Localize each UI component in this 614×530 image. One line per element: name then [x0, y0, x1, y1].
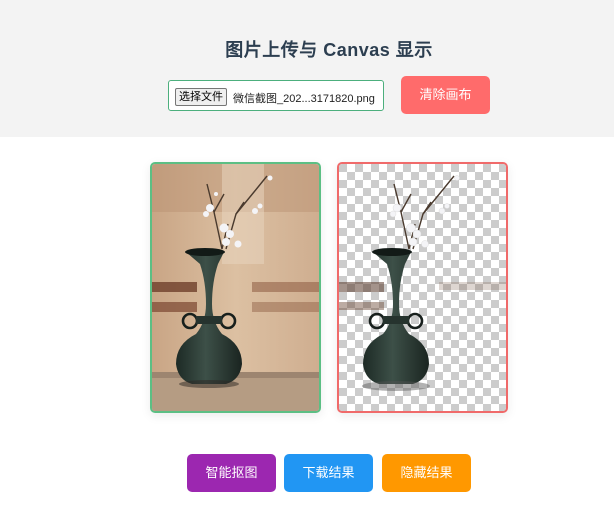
result-canvas — [337, 162, 508, 413]
clear-canvas-button[interactable]: 清除画布 — [401, 76, 490, 114]
choose-file-button[interactable]: 选择文件 — [175, 88, 227, 106]
file-name-label: 微信截图_202...3171820.png — [233, 93, 375, 105]
download-result-button[interactable]: 下载结果 — [284, 454, 373, 492]
hide-result-button[interactable]: 隐藏结果 — [382, 454, 471, 492]
file-input[interactable]: 选择文件 微信截图_202...3171820.png — [168, 80, 384, 111]
cutout-result — [339, 164, 506, 411]
original-canvas — [150, 162, 321, 413]
smart-matting-button[interactable]: 智能抠图 — [187, 454, 276, 492]
vase-photo — [152, 164, 319, 411]
page-title: 图片上传与 Canvas 显示 — [225, 40, 433, 60]
header-bar: 图片上传与 Canvas 显示 选择文件 微信截图_202...3171820.… — [0, 0, 614, 137]
